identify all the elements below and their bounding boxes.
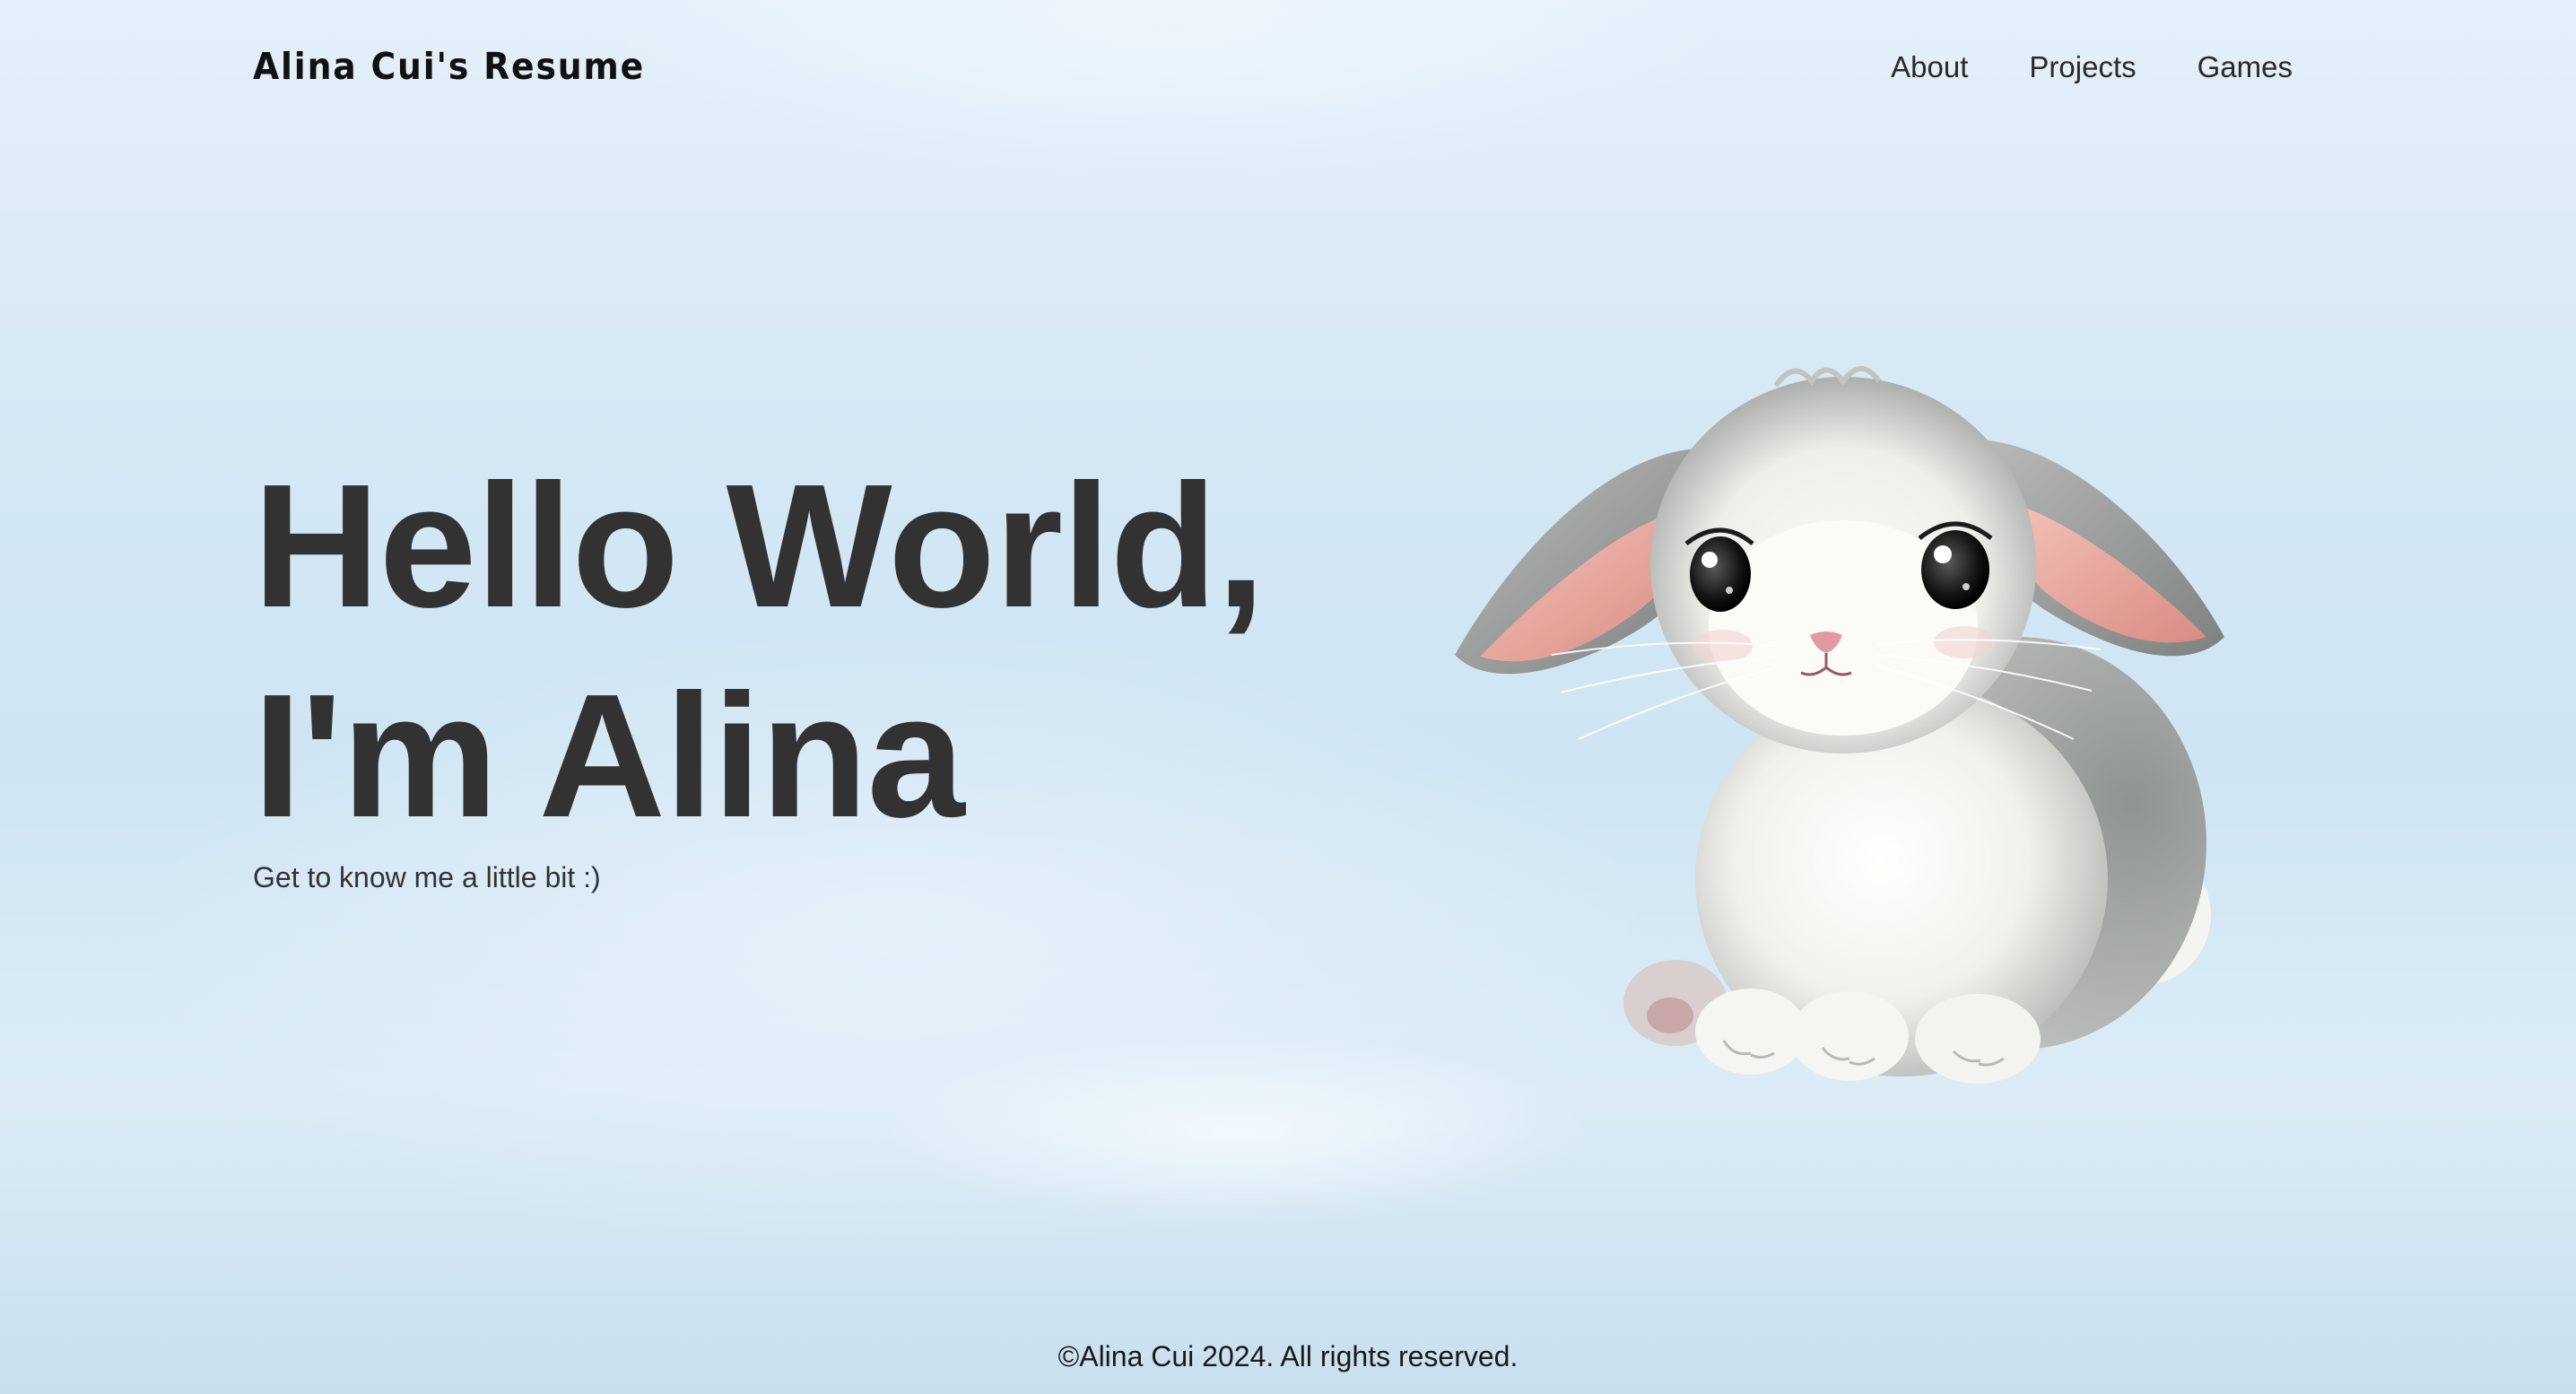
main-nav: About Projects Games (1891, 50, 2293, 84)
site-title[interactable]: Alina Cui's Resume (253, 45, 645, 88)
site-footer: ©Alina Cui 2024. All rights reserved. (1057, 1340, 1519, 1372)
site-header: Alina Cui's Resume About Projects Games (0, 0, 2576, 144)
hero-heading-line-1: Hello World, (253, 448, 1266, 644)
nav-link-about[interactable]: About (1891, 50, 1968, 84)
nav-link-games[interactable]: Games (2197, 50, 2293, 84)
hero-heading: Hello World, I'm Alina (253, 441, 1266, 861)
hero-heading-line-2: I'm Alina (253, 658, 965, 854)
bunny-illustration-icon (1455, 366, 2224, 1084)
hero-subtitle: Get to know me a little bit :) (253, 861, 601, 893)
nav-link-projects[interactable]: Projects (2029, 50, 2136, 84)
